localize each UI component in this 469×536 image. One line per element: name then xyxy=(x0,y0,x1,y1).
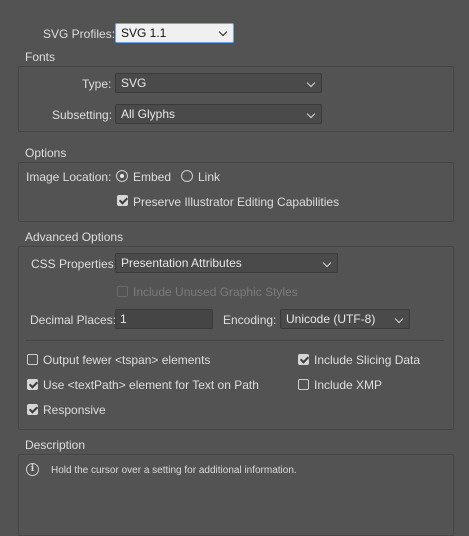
include-slicing-data-checkbox[interactable] xyxy=(298,354,309,365)
encoding-value: Unicode (UTF-8) xyxy=(286,312,376,326)
preserve-editing-checkbox[interactable] xyxy=(117,195,128,206)
image-location-label: Image Location: xyxy=(26,170,112,184)
chevron-down-icon xyxy=(394,314,404,324)
use-textpath-checkbox[interactable] xyxy=(27,379,38,390)
preserve-editing-label[interactable]: Preserve Illustrator Editing Capabilitie… xyxy=(133,195,339,209)
include-unused-styles-label: Include Unused Graphic Styles xyxy=(133,285,298,299)
output-fewer-tspan-label[interactable]: Output fewer <tspan> elements xyxy=(43,353,210,367)
decimal-places-label: Decimal Places: xyxy=(30,313,117,327)
responsive-label[interactable]: Responsive xyxy=(43,403,106,417)
include-unused-styles-checkbox[interactable] xyxy=(117,286,128,297)
subsetting-label: Subsetting: xyxy=(52,108,113,122)
css-properties-select[interactable]: Presentation Attributes xyxy=(115,253,338,273)
decimal-places-input[interactable]: 1 xyxy=(115,309,213,329)
css-properties-label: CSS Properties: xyxy=(31,257,118,271)
advanced-section-title: Advanced Options xyxy=(25,230,124,244)
include-xmp-checkbox[interactable] xyxy=(298,379,309,390)
embed-label[interactable]: Embed xyxy=(133,170,171,184)
link-radio[interactable] xyxy=(181,170,193,182)
svg-profiles-label: SVG Profiles: xyxy=(43,27,116,41)
chevron-down-icon xyxy=(322,258,332,268)
encoding-label: Encoding: xyxy=(223,313,277,327)
link-label[interactable]: Link xyxy=(198,170,220,184)
info-icon: i xyxy=(26,463,39,476)
use-textpath-label[interactable]: Use <textPath> element for Text on Path xyxy=(43,378,259,392)
responsive-checkbox[interactable] xyxy=(27,404,38,415)
embed-radio[interactable] xyxy=(116,170,128,182)
subsetting-value: All Glyphs xyxy=(121,107,176,121)
advanced-divider xyxy=(26,340,444,341)
output-fewer-tspan-checkbox[interactable] xyxy=(27,354,38,365)
chevron-down-icon xyxy=(306,109,316,119)
chevron-down-icon xyxy=(306,78,316,88)
chevron-down-icon xyxy=(218,27,228,37)
include-slicing-data-label[interactable]: Include Slicing Data xyxy=(314,353,420,367)
svg-profiles-value: SVG 1.1 xyxy=(121,26,167,40)
options-section-title: Options xyxy=(25,146,67,160)
subsetting-select[interactable]: All Glyphs xyxy=(115,104,322,124)
font-type-select[interactable]: SVG xyxy=(115,73,322,93)
fonts-section-title: Fonts xyxy=(25,50,56,64)
font-type-label: Type: xyxy=(82,77,112,91)
include-xmp-label[interactable]: Include XMP xyxy=(314,378,382,392)
svg-profiles-select[interactable]: SVG 1.1 xyxy=(115,23,234,43)
description-text: Hold the cursor over a setting for addit… xyxy=(51,465,297,476)
font-type-value: SVG xyxy=(121,76,147,90)
encoding-select[interactable]: Unicode (UTF-8) xyxy=(280,309,410,329)
description-section-title: Description xyxy=(25,438,86,452)
css-properties-value: Presentation Attributes xyxy=(121,256,242,270)
